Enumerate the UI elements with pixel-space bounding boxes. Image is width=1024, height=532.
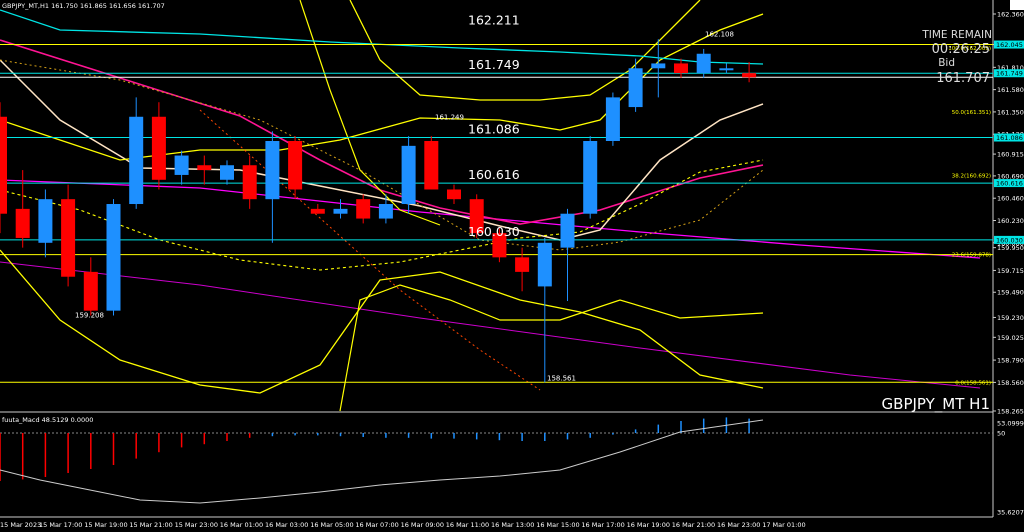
time-label: 15 Mar 19:00 [84,521,127,529]
candle-body [356,199,371,219]
candle-body [220,165,234,180]
price-tick-label: 162.360 [997,11,1024,19]
price-tick-label: 159.025 [997,334,1024,342]
fib-label: 0.0(158.561) [955,380,991,386]
time-label: 16 Mar 15:00 [536,521,579,529]
candle-body [447,189,461,200]
price-tick-label: 160.460 [997,195,1024,203]
candle-body [742,73,757,78]
candle-body [151,116,166,180]
price-tick-label: 158.790 [997,357,1024,365]
price-tick-label: 159.950 [997,244,1024,252]
time-remain-title: TIME REMAIN [921,29,992,41]
candle-body [61,199,76,277]
level-label: 159.208 [75,312,104,320]
time-label: 16 Mar 05:00 [310,521,353,529]
level-label: 158.561 [547,374,576,382]
candle-body [651,63,666,69]
macd-title: fuuta_Macd 48.5129 0.0000 [2,416,93,424]
price-tick-label: 160.915 [997,151,1024,159]
candle-body [401,145,416,205]
macd-tick-label: 53.0999 [997,420,1024,428]
candle-body [174,155,189,175]
candle-body [605,97,620,142]
candle-body [515,257,530,272]
fib-label: 38.2(160.692) [952,174,991,180]
time-label: 15 Mar 17:00 [39,521,82,529]
candle-body [38,199,53,243]
level-label: 161.086 [468,122,520,137]
symbol-label: GBPJPY_MT H1 [882,395,990,414]
candle-body [106,204,121,311]
time-label: 16 Mar 13:00 [491,521,534,529]
candle-body [560,213,575,248]
level-label: 160.616 [468,167,520,182]
time-label: 16 Mar 09:00 [401,521,444,529]
macd-tick-label: 35.6207 [997,509,1024,517]
price-tick-label: 158.560 [997,379,1024,387]
candle-body [265,141,280,200]
fib-label: 50.0(161.351) [952,110,991,116]
time-label: 15 Mar 23:00 [175,521,218,529]
time-label: 16 Mar 21:00 [672,521,715,529]
time-axis: 15 Mar 202315 Mar 17:00 15 Mar 19:00 15 Ma… [0,521,806,529]
candle-body [583,141,598,214]
candle-body [197,165,212,171]
time-label: 16 Mar 11:00 [446,521,489,529]
level-label: 162.108 [705,30,734,38]
close-corner-icon[interactable] [1010,0,1024,10]
level-label: 160.030 [468,224,520,239]
price-tag-label: 161.086 [996,134,1023,142]
price-tick-label: 161.580 [997,86,1024,94]
candle-body [288,141,303,190]
candle-body [310,208,325,214]
price-tag-label: 160.030 [996,236,1023,244]
price-tick-label: 159.490 [997,289,1024,297]
time-label: 16 Mar 03:00 [265,521,308,529]
price-tick-label: 159.230 [997,314,1024,322]
chart-header: GBPJPY_MT,H1 161.750 161.865 161.656 161… [2,2,165,10]
time-label: 15 Mar 21:00 [129,521,172,529]
time-label: 16 Mar 17:00 [581,521,624,529]
candle-body [83,271,98,311]
price-tick-label: 161.350 [997,108,1024,116]
candle-body [129,116,144,205]
time-label: 15 Mar 2023 [0,521,41,529]
bid-label: Bid [938,57,955,69]
price-tag-label: 162.045 [996,41,1023,49]
macd-tick-label: 50 [997,430,1005,438]
bid-value: 161.707 [936,71,990,86]
chart-background [0,0,1024,532]
price-tick-label: 158.265 [997,408,1024,416]
time-label: 16 Mar 07:00 [355,521,398,529]
candle-body [674,63,688,74]
candle-body [15,208,30,238]
level-label: 161.749 [468,57,520,72]
candle-body [719,68,734,71]
price-tag-label: 161.749 [996,70,1023,78]
time-label: 16 Mar 01:00 [220,521,263,529]
candle-body [0,116,7,214]
candle-body [628,68,643,108]
level-label: 162.211 [468,12,520,27]
candle-body [242,165,257,200]
candle-body [696,53,711,74]
candle-body [537,242,552,287]
price-tag-label: 160.616 [996,180,1023,188]
level-label: 161.249 [435,114,464,122]
price-tick-label: 159.715 [997,267,1024,275]
candle-body [378,204,393,219]
fib-label: 23.6(159.878) [952,253,991,259]
price-chart[interactable]: 162.211 161.749 161.086 160.616 160.030 162.1… [0,0,1024,532]
time-remain-value: 00:26:25 [932,42,990,57]
candle-body [424,141,439,190]
price-tick-label: 160.230 [997,217,1024,225]
time-label: 16 Mar 19:00 [627,521,670,529]
time-label: 16 Mar 23:00 [717,521,760,529]
candle-body [333,208,348,214]
time-label: 17 Mar 01:00 [762,521,805,529]
